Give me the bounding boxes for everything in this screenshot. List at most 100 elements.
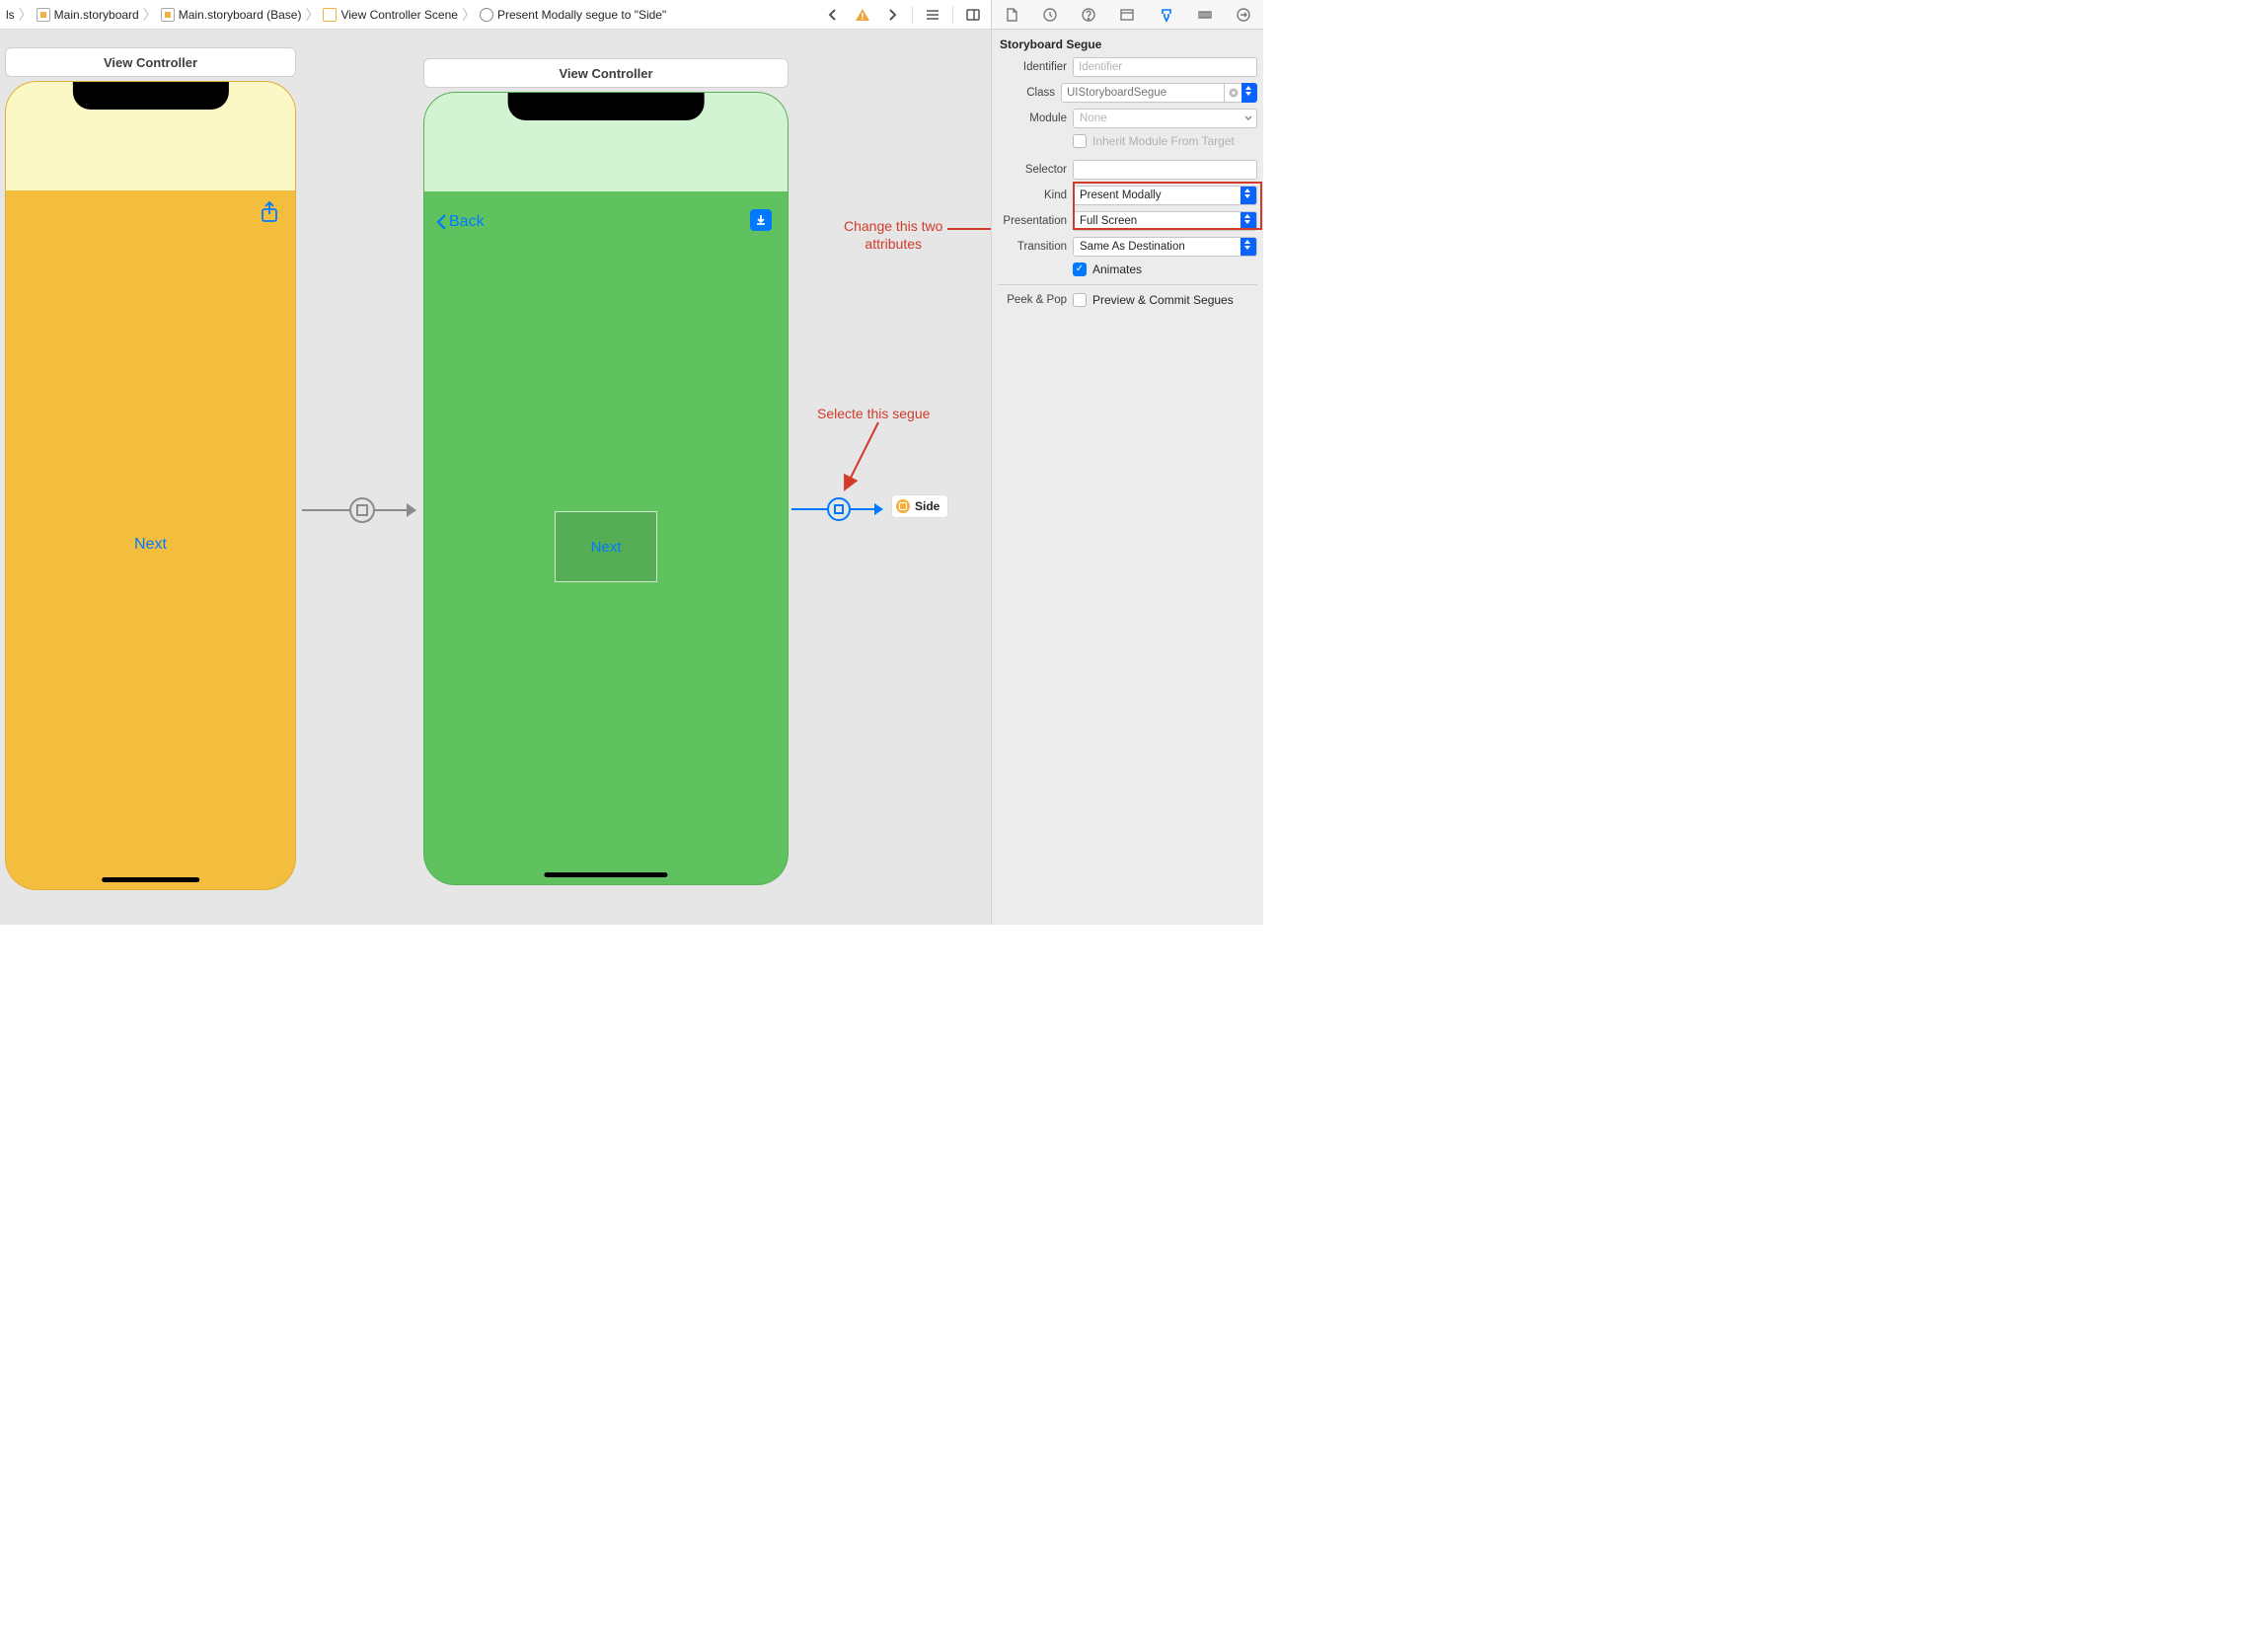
selector-row: Selector	[998, 160, 1257, 180]
button-label: Next	[591, 539, 622, 556]
download-icon[interactable]	[750, 209, 772, 231]
dropdown-icon	[1241, 115, 1256, 121]
clear-icon[interactable]	[1224, 83, 1241, 103]
transition-row: Transition Same As Destination	[998, 237, 1257, 257]
field-label: Presentation	[998, 215, 1073, 227]
view-controller-phone[interactable]: Next	[5, 81, 296, 890]
field-label: Module	[998, 113, 1073, 124]
inherit-checkbox[interactable]	[1073, 134, 1087, 148]
select-value: Same As Destination	[1074, 241, 1241, 253]
select-value: Present Modally	[1074, 189, 1241, 201]
back-button[interactable]: Back	[436, 213, 485, 231]
module-row: Module None	[998, 109, 1257, 128]
identifier-row: Identifier	[998, 57, 1257, 77]
scene-title-bar[interactable]: View Controller	[423, 58, 789, 88]
next-button[interactable]: Next	[6, 536, 295, 554]
presentation-row: Presentation Full Screen	[998, 211, 1257, 231]
kind-select[interactable]: Present Modally	[1073, 186, 1257, 205]
history-forward-button[interactable]	[882, 5, 902, 25]
storyboard-canvas[interactable]: View Controller Next View Controller Bac…	[0, 30, 991, 925]
adjust-editor-button[interactable]	[963, 5, 983, 25]
dropdown-icon	[1241, 212, 1256, 230]
warning-icon[interactable]	[853, 5, 872, 25]
attributes-inspector-tab[interactable]	[1157, 5, 1176, 25]
transition-select[interactable]: Same As Destination	[1073, 237, 1257, 257]
module-select[interactable]: None	[1073, 109, 1257, 128]
select-value: Full Screen	[1074, 215, 1241, 227]
animates-row: Animates	[998, 263, 1257, 276]
selector-input[interactable]	[1073, 160, 1257, 180]
identifier-input[interactable]	[1073, 57, 1257, 77]
breadcrumb-label: View Controller Scene	[340, 8, 458, 22]
class-combo[interactable]	[1061, 83, 1257, 103]
dropdown-icon[interactable]	[1241, 83, 1257, 103]
annotation-line: attributes	[844, 235, 942, 253]
scene-title-bar[interactable]: View Controller	[5, 47, 296, 77]
select-value: None	[1074, 113, 1241, 124]
checkbox-label: Inherit Module From Target	[1092, 134, 1235, 148]
animates-checkbox[interactable]	[1073, 263, 1087, 276]
breadcrumb-label: ls	[6, 8, 15, 22]
size-inspector-tab[interactable]	[1195, 5, 1215, 25]
share-icon[interactable]	[260, 200, 279, 227]
class-input[interactable]	[1061, 83, 1224, 103]
inspector-body: Storyboard Segue Identifier Class Module…	[992, 30, 1263, 323]
divider	[912, 6, 913, 24]
field-label: Transition	[998, 241, 1073, 253]
back-label: Back	[449, 213, 485, 231]
path-bar-right-controls	[823, 5, 991, 25]
scene-title-label: View Controller	[104, 55, 197, 70]
container-view[interactable]: Next	[555, 511, 657, 582]
outline-toggle-button[interactable]	[923, 5, 942, 25]
checkbox-label: Preview & Commit Segues	[1092, 293, 1234, 307]
kind-row: Kind Present Modally	[998, 186, 1257, 205]
annotation-line: Selecte this segue	[817, 406, 930, 421]
home-indicator	[102, 877, 200, 882]
breadcrumb-item[interactable]: Main.storyboard (Base)	[159, 8, 304, 22]
class-row: Class	[998, 83, 1257, 103]
breadcrumb-label: Main.storyboard (Base)	[179, 8, 302, 22]
breadcrumb-item[interactable]: Present Modally segue to "Side"	[478, 8, 668, 22]
identity-inspector-tab[interactable]	[1117, 5, 1137, 25]
peekpop-row: Peek & Pop Preview & Commit Segues	[998, 293, 1257, 307]
annotation-line: Change this two	[844, 217, 942, 235]
dropdown-icon	[1241, 238, 1256, 256]
home-indicator	[544, 872, 667, 877]
annotation-text: Selecte this segue	[817, 405, 930, 422]
chevron-right-icon: 〉	[460, 5, 478, 25]
scene-icon	[323, 8, 337, 22]
field-label: Identifier	[998, 61, 1073, 73]
breadcrumb-item[interactable]: Main.storyboard	[35, 8, 141, 22]
breadcrumb-item[interactable]: ls	[4, 8, 17, 22]
presentation-select[interactable]: Full Screen	[1073, 211, 1257, 231]
editor-path-bar: ls 〉 Main.storyboard 〉 Main.storyboard (…	[0, 0, 991, 30]
segue-icon	[480, 8, 493, 22]
annotation-arrow	[839, 422, 888, 500]
segue-connector-selected[interactable]	[791, 497, 883, 521]
view-controller-phone[interactable]: Back Next	[423, 92, 789, 885]
scene-title-label: View Controller	[559, 66, 652, 81]
breadcrumb-item[interactable]: View Controller Scene	[321, 8, 460, 22]
field-label: Class	[998, 87, 1061, 99]
annotation-arrow	[947, 223, 991, 238]
help-inspector-tab[interactable]	[1079, 5, 1098, 25]
device-notch	[508, 93, 705, 120]
breadcrumb: ls 〉 Main.storyboard 〉 Main.storyboard (…	[0, 5, 823, 25]
file-inspector-tab[interactable]	[1002, 5, 1021, 25]
breadcrumb-label: Main.storyboard	[54, 8, 139, 22]
chevron-right-icon: 〉	[303, 5, 321, 25]
scene-reference-chip[interactable]: Side	[891, 494, 948, 518]
dropdown-icon	[1241, 187, 1256, 204]
divider	[952, 6, 953, 24]
divider	[998, 284, 1257, 285]
field-label: Peek & Pop	[998, 294, 1073, 306]
connections-inspector-tab[interactable]	[1234, 5, 1253, 25]
peekpop-checkbox[interactable]	[1073, 293, 1087, 307]
chevron-right-icon: 〉	[17, 5, 35, 25]
field-label: Selector	[998, 164, 1073, 176]
inspector-panel: Storyboard Segue Identifier Class Module…	[991, 0, 1263, 925]
checkbox-label: Animates	[1092, 263, 1142, 276]
history-inspector-tab[interactable]	[1040, 5, 1060, 25]
segue-connector[interactable]	[302, 497, 416, 523]
history-back-button[interactable]	[823, 5, 843, 25]
